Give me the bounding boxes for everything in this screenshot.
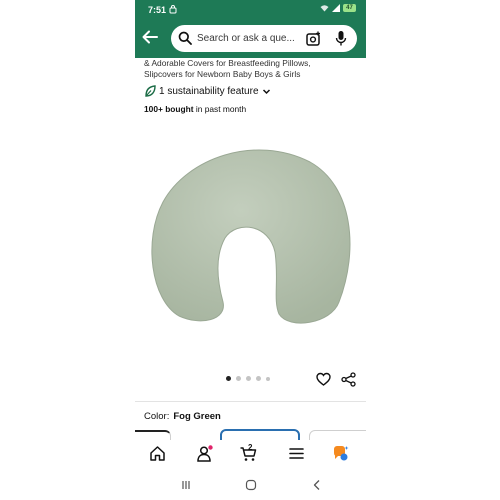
account-icon[interactable] [196, 445, 213, 462]
search-icon [178, 31, 192, 45]
carousel-dot[interactable] [226, 376, 231, 381]
divider [135, 401, 366, 402]
bought-count-rest: in past month [193, 104, 247, 114]
leaf-icon [145, 85, 156, 97]
color-swatch-selected[interactable] [220, 429, 300, 440]
search-header [135, 20, 366, 58]
carousel-dot[interactable] [246, 376, 251, 381]
status-icons: 47 [320, 4, 356, 12]
status-time: 7:51 [148, 5, 167, 15]
bought-count: 100+ bought in past month [144, 104, 246, 114]
search-bar[interactable] [171, 25, 357, 52]
wifi-icon [320, 5, 329, 12]
system-back-icon[interactable] [311, 479, 323, 491]
system-navigation-bar [135, 470, 366, 500]
carousel-dot[interactable] [256, 376, 261, 381]
phone-screen: 7:51 47 Search or ask a que... & Adorabl… [135, 0, 366, 500]
description-line-1: & Adorable Covers for Breastfeeding Pill… [144, 58, 311, 68]
description-line-2: Slipcovers for Newborn Baby Boys & Girls [144, 69, 301, 79]
recent-apps-icon[interactable] [180, 479, 192, 491]
carousel-dot[interactable] [236, 376, 241, 381]
color-value: Fog Green [173, 411, 221, 422]
chevron-down-icon [262, 88, 270, 94]
color-swatch[interactable] [135, 430, 171, 440]
rufus-icon[interactable] [332, 445, 349, 462]
bought-count-bold: 100+ bought [144, 104, 194, 114]
color-swatch[interactable] [309, 430, 366, 440]
share-icon[interactable] [341, 372, 356, 387]
carousel-dot[interactable] [266, 376, 270, 381]
color-selection: Color: Fog Green [144, 411, 221, 422]
home-icon[interactable] [149, 445, 166, 462]
color-swatches [135, 428, 366, 440]
lock-icon [169, 5, 177, 14]
status-bar: 7:51 47 [135, 0, 366, 20]
battery-icon: 47 [343, 4, 356, 12]
camera-icon[interactable] [306, 31, 321, 46]
back-arrow-icon[interactable] [141, 28, 159, 46]
menu-icon[interactable] [288, 445, 305, 462]
signal-icon [332, 4, 340, 12]
bottom-navigation: 2 [135, 440, 366, 470]
system-home-icon[interactable] [245, 479, 257, 491]
heart-icon[interactable] [316, 372, 331, 387]
image-carousel-dots [226, 376, 270, 381]
product-description: & Adorable Covers for Breastfeeding Pill… [144, 58, 359, 80]
search-input[interactable] [197, 25, 301, 52]
color-label: Color: [144, 411, 170, 422]
cart-count: 2 [248, 443, 253, 452]
sustainability-link[interactable]: 1 sustainability feature [144, 84, 271, 98]
product-image[interactable] [145, 140, 360, 340]
mic-icon[interactable] [335, 30, 347, 47]
sustainability-label: 1 sustainability feature [159, 85, 259, 97]
